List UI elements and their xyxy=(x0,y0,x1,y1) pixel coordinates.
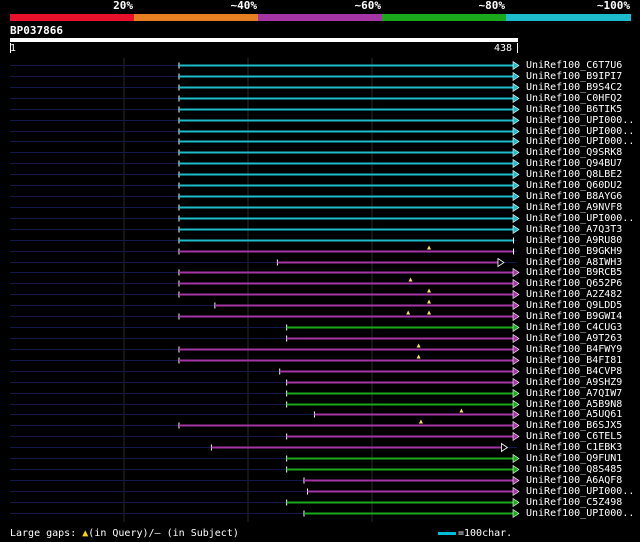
hit-end-arrow xyxy=(512,399,520,410)
hit-end-arrow xyxy=(512,104,520,115)
hit-end-arrow xyxy=(512,322,520,333)
hit-end-arrow xyxy=(512,453,520,464)
query-gap-marker xyxy=(427,245,432,250)
hit-end-arrow xyxy=(512,311,520,322)
hit-label[interactable]: UniRef100_Q652P6 xyxy=(526,278,622,289)
hit-end-arrow xyxy=(512,60,520,71)
hit-label[interactable]: UniRef100_Q9SRK8 xyxy=(526,147,622,158)
scale-swatch xyxy=(438,531,456,535)
hit-end-arrow xyxy=(512,420,520,431)
hit-label[interactable]: UniRef100_A5UQ61 xyxy=(526,409,622,420)
query-gap-marker xyxy=(408,277,413,282)
hit-end-arrow xyxy=(512,93,520,104)
hit-label[interactable]: UniRef100_Q9LDD5 xyxy=(526,300,622,311)
hit-end-arrow xyxy=(512,115,520,126)
query-gap-marker xyxy=(427,288,432,293)
gaps-dash: – xyxy=(154,528,161,539)
hit-label[interactable]: UniRef100_Q9FUN1 xyxy=(526,453,622,464)
hit-label[interactable]: UniRef100_Q60DU2 xyxy=(526,180,622,191)
query-gap-marker xyxy=(416,343,421,348)
hit-end-open-triangle xyxy=(497,257,505,268)
hit-end-arrow xyxy=(512,71,520,82)
query-gap-marker xyxy=(418,419,423,424)
hit-end-arrow xyxy=(512,224,520,235)
hit-label[interactable]: UniRef100_B4CVP8 xyxy=(526,366,622,377)
hit-end-arrow xyxy=(512,333,520,344)
hit-label[interactable]: UniRef100_B9GKH9 xyxy=(526,246,622,257)
query-gap-marker xyxy=(416,354,421,359)
hit-end-arrow xyxy=(512,126,520,137)
scale-legend: =100char. xyxy=(438,528,512,540)
hit-end-arrow xyxy=(512,388,520,399)
query-gap-marker xyxy=(406,310,411,315)
gaps-query-label: (in Query) xyxy=(88,528,149,539)
hit-label[interactable]: UniRef100_UPI000.. xyxy=(526,115,634,126)
hit-end-arrow xyxy=(512,147,520,158)
hit-label[interactable]: UniRef100_C6T7U6 xyxy=(526,60,622,71)
hit-label[interactable]: UniRef100_B6TIK5 xyxy=(526,104,622,115)
hit-label[interactable]: UniRef100_B6SJX5 xyxy=(526,420,622,431)
hit-label[interactable]: UniRef100_A9NVF8 xyxy=(526,202,622,213)
hit-label[interactable]: UniRef100_UPI000.. xyxy=(526,486,634,497)
hit-label[interactable]: UniRef100_C0HFQ2 xyxy=(526,93,622,104)
hit-end-arrow xyxy=(512,486,520,497)
hit-end-arrow xyxy=(512,289,520,300)
hit-end-arrow xyxy=(512,278,520,289)
hit-end-arrow xyxy=(512,82,520,93)
hit-end-arrow xyxy=(512,344,520,355)
hit-label[interactable]: UniRef100_UPI000.. xyxy=(526,508,634,519)
hit-label[interactable]: UniRef100_B9IPI7 xyxy=(526,71,622,82)
scale-text: =100char. xyxy=(458,528,513,539)
hit-end-arrow xyxy=(512,158,520,169)
hit-end-arrow xyxy=(512,180,520,191)
query-gap-marker xyxy=(459,408,464,413)
hit-end-arrow xyxy=(512,213,520,224)
hit-label[interactable]: UniRef100_A9SHZ9 xyxy=(526,377,622,388)
hit-end-arrow xyxy=(512,202,520,213)
gaps-subject-label: (in Subject) xyxy=(166,528,239,539)
hit-label[interactable]: UniRef100_Q8LBE2 xyxy=(526,169,622,180)
hit-label[interactable]: UniRef100_C1EBK3 xyxy=(526,442,622,453)
large-gaps-legend: Large gaps: ▲(in Query)/– (in Subject) xyxy=(10,528,239,540)
hit-label[interactable]: UniRef100_UPI000.. xyxy=(526,136,634,147)
hit-end-arrow xyxy=(512,169,520,180)
hit-label[interactable]: UniRef100_A2Z482 xyxy=(526,289,622,300)
hit-label[interactable]: UniRef100_A6AQF8 xyxy=(526,475,622,486)
gaps-prefix: Large gaps: xyxy=(10,528,77,539)
hit-end-arrow xyxy=(512,464,520,475)
hit-end-arrow xyxy=(512,136,520,147)
hit-label[interactable]: UniRef100_B4FWY9 xyxy=(526,344,622,355)
hit-label[interactable]: UniRef100_Q94BU7 xyxy=(526,158,622,169)
hit-label[interactable]: UniRef100_B8AYG6 xyxy=(526,191,622,202)
hit-label[interactable]: UniRef100_B9S4C2 xyxy=(526,82,622,93)
hit-end-arrow xyxy=(512,267,520,278)
hit-label[interactable]: UniRef100_C6TEL5 xyxy=(526,431,622,442)
hit-label[interactable]: UniRef100_B9GWI4 xyxy=(526,311,622,322)
hit-label[interactable]: UniRef100_UPI000.. xyxy=(526,213,634,224)
hit-label[interactable]: UniRef100_A7Q3T3 xyxy=(526,224,622,235)
hit-label[interactable]: UniRef100_A9T263 xyxy=(526,333,622,344)
hit-label[interactable]: UniRef100_C4CUG3 xyxy=(526,322,622,333)
hit-label[interactable]: UniRef100_A7QIW7 xyxy=(526,388,622,399)
hit-label[interactable]: UniRef100_Q8S485 xyxy=(526,464,622,475)
hit-label[interactable]: UniRef100_A9RU80 xyxy=(526,235,622,246)
hit-end-open-triangle xyxy=(501,442,509,453)
hit-end-arrow xyxy=(512,497,520,508)
hit-end-arrow xyxy=(512,300,520,311)
hit-label[interactable]: UniRef100_B4FI81 xyxy=(526,355,622,366)
hit-end-arrow xyxy=(512,191,520,202)
query-gap-marker xyxy=(427,299,432,304)
hit-label[interactable]: UniRef100_B9RCB5 xyxy=(526,267,622,278)
query-gap-marker xyxy=(427,310,432,315)
hit-end-arrow xyxy=(512,475,520,486)
hit-label[interactable]: UniRef100_C5Z498 xyxy=(526,497,622,508)
hit-end-arrow xyxy=(512,508,520,519)
hit-end-arrow xyxy=(512,431,520,442)
hit-end-arrow xyxy=(512,409,520,420)
hit-end-arrow xyxy=(512,355,520,366)
hit-end-arrow xyxy=(512,377,520,388)
hit-end-arrow xyxy=(512,366,520,377)
